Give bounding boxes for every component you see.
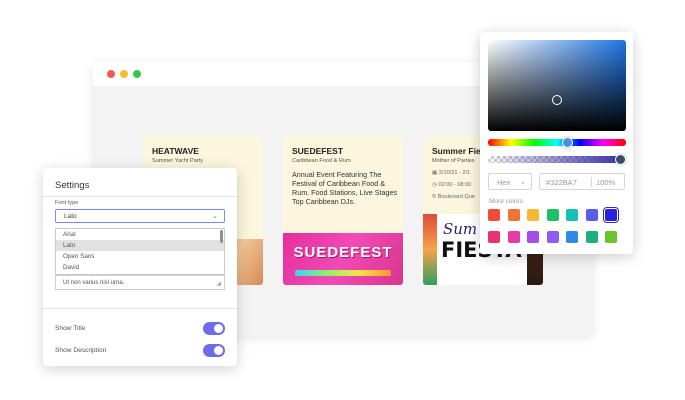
card-time: 02:00 - 08:00 (438, 182, 472, 188)
show-description-label: Show Description (55, 347, 107, 354)
font-type-select[interactable]: Lato ⌄ (55, 209, 225, 223)
card-subtitle: Mother of Parties (432, 158, 475, 164)
card-subtitle: Summer Yacht Party (152, 158, 204, 164)
color-picker: Hex ⌄ #322BA7 100% More colors (480, 32, 633, 254)
font-options-list[interactable]: Arial Lato Open Sans David (55, 228, 225, 275)
color-swatch[interactable] (488, 209, 500, 221)
color-swatch[interactable] (585, 209, 598, 221)
divider (43, 196, 237, 197)
color-swatch[interactable] (527, 209, 539, 221)
font-option[interactable]: Arial (56, 229, 224, 240)
scrollbar-thumb[interactable] (220, 230, 223, 243)
text-field-value: Ut non varius nisl urna. (63, 280, 125, 286)
divider (591, 177, 592, 187)
alpha-slider[interactable] (488, 156, 626, 163)
color-format-value: Hex (497, 178, 511, 187)
color-swatch[interactable] (488, 231, 500, 243)
card-date: 2/10/21 - 2/1 (438, 170, 471, 176)
card-description: Annual Event Featuring The Festival of C… (292, 170, 398, 206)
clock-icon: ◷ (432, 182, 437, 188)
color-swatch[interactable] (566, 209, 578, 221)
card-image-script-text: Sum (443, 220, 478, 238)
toggle-knob (214, 346, 223, 355)
card-title: HEATWAVE (152, 146, 199, 156)
card-image-decoration (423, 214, 437, 285)
card-image-logo-text: SUEDEFEST (293, 244, 393, 261)
color-swatch[interactable] (585, 231, 598, 243)
color-swatch[interactable] (605, 231, 617, 243)
text-field[interactable]: Ut non varius nisl urna. ◢ (55, 275, 225, 290)
color-swatch[interactable] (527, 231, 539, 243)
show-title-toggle[interactable] (203, 322, 225, 335)
card-date-line: ▦ 2/10/21 - 2/1 (432, 170, 470, 176)
hex-value: #322BA7 (546, 178, 577, 187)
divider (43, 308, 237, 309)
resize-handle-icon[interactable]: ◢ (216, 280, 221, 287)
calendar-icon: ▦ (432, 170, 438, 176)
event-card-suedefest[interactable]: SUEDEFEST Caribbean Food & Rum Annual Ev… (283, 136, 403, 285)
card-image-band (295, 270, 391, 276)
font-type-label: Font type (55, 200, 79, 206)
font-option[interactable]: Open Sans (56, 251, 224, 262)
color-format-select[interactable]: Hex ⌄ (488, 173, 532, 190)
close-window-icon[interactable] (107, 70, 115, 78)
show-title-row: Show Title (55, 322, 225, 336)
show-title-label: Show Title (55, 325, 86, 332)
card-image: SUEDEFEST (283, 233, 403, 285)
color-swatch[interactable] (507, 231, 520, 243)
chevron-down-icon: ⌄ (520, 179, 526, 186)
hue-slider[interactable] (488, 139, 626, 146)
font-type-value: Lato (64, 213, 77, 220)
color-swatch[interactable] (566, 231, 578, 243)
color-swatch[interactable] (546, 209, 559, 221)
color-swatch[interactable] (546, 231, 559, 243)
maximize-window-icon[interactable] (133, 70, 141, 78)
hue-slider-handle[interactable] (562, 137, 573, 148)
color-cursor[interactable] (552, 95, 562, 105)
show-description-row: Show Description (55, 344, 225, 358)
show-description-toggle[interactable] (203, 344, 225, 357)
more-colors-label: More colors (489, 198, 523, 205)
settings-panel: Settings Font type Lato ⌄ Arial Lato Ope… (43, 168, 237, 366)
color-swatch[interactable] (507, 209, 520, 221)
location-pin-icon: ⚲ (432, 194, 437, 200)
hex-input[interactable]: #322BA7 100% (539, 173, 625, 190)
card-location-line: ⚲ Boulevard Que (432, 194, 475, 200)
chevron-down-icon: ⌄ (212, 213, 218, 220)
card-subtitle: Caribbean Food & Rum (292, 158, 351, 164)
card-title: SUEDEFEST (292, 146, 344, 156)
font-option[interactable]: Lato (56, 240, 224, 251)
minimize-window-icon[interactable] (120, 70, 128, 78)
settings-title: Settings (55, 180, 90, 191)
font-option[interactable]: David (56, 262, 224, 273)
alpha-value: 100% (596, 178, 616, 187)
toggle-knob (214, 324, 223, 333)
card-time-line: ◷ 02:00 - 08:00 (432, 182, 471, 188)
saturation-value-area[interactable] (488, 40, 626, 131)
alpha-slider-handle[interactable] (615, 154, 626, 165)
card-location: Boulevard Que (437, 194, 475, 200)
color-swatch[interactable] (603, 207, 619, 223)
